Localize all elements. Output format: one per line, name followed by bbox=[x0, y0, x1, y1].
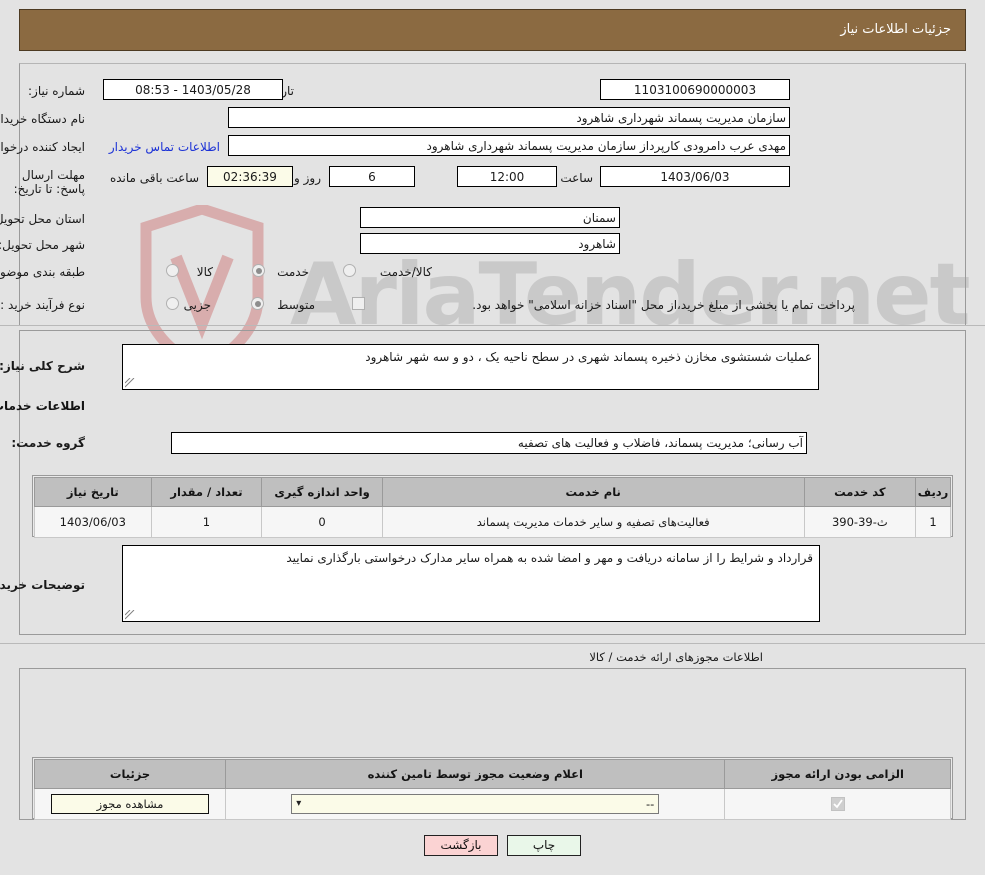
resize-grip-icon bbox=[125, 378, 135, 388]
need-summary-label: شرح کلی نیاز: bbox=[0, 359, 85, 373]
items-table-header-row: ردیف کد خدمت نام خدمت واحد اندازه گیری ت… bbox=[34, 477, 951, 507]
radio-category-goods-label: کالا bbox=[196, 265, 213, 279]
items-cell-quantity: 1 bbox=[150, 506, 263, 538]
permit-required-checkbox bbox=[830, 797, 845, 812]
radio-category-goods-service-label: کالا/خدمت bbox=[379, 265, 432, 279]
purchase-process-label: نوع فرآیند خرید : bbox=[0, 298, 85, 312]
items-col-unit: واحد اندازه گیری bbox=[261, 477, 383, 507]
radio-category-goods-service[interactable] bbox=[343, 264, 356, 277]
items-cell-row: 1 bbox=[915, 506, 951, 538]
table-row: ▾ -- مشاهده مجوز bbox=[33, 788, 951, 820]
radio-process-medium-label: متوسط bbox=[277, 298, 315, 312]
items-col-code: کد خدمت bbox=[803, 477, 917, 507]
permits-table-wrap: الزامی بودن ارائه مجوز اعلام وضعیت مجوز … bbox=[32, 757, 953, 820]
permits-cell-status: ▾ -- bbox=[225, 788, 726, 820]
radio-process-medium[interactable] bbox=[251, 297, 264, 310]
islamic-treasury-note: پرداخت تمام یا بخشی از مبلغ خرید،از محل … bbox=[472, 298, 855, 312]
buyer-notes-text: قرارداد و شرایط را از سامانه دریافت و مه… bbox=[286, 551, 813, 565]
need-number-label: شماره نیاز: bbox=[28, 84, 85, 98]
items-cell-unit: 0 bbox=[261, 506, 383, 538]
check-icon bbox=[833, 799, 843, 809]
items-table: ردیف کد خدمت نام خدمت واحد اندازه گیری ت… bbox=[34, 477, 951, 538]
page-root: AriaTender.net جزئیات اطلاعات نیاز شماره… bbox=[0, 0, 985, 875]
deadline-date-value: 1403/06/03 bbox=[600, 166, 790, 187]
permits-section-label: اطلاعات مجوزهای ارائه خدمت / کالا bbox=[589, 650, 763, 664]
items-cell-name: فعالیت‌های تصفیه و سایر خدمات مدیریت پسم… bbox=[381, 506, 805, 538]
delivery-city-label: شهر محل تحویل: bbox=[0, 238, 85, 252]
radio-process-minor[interactable] bbox=[166, 297, 179, 310]
need-summary-textarea[interactable]: عملیات شستشوی مخازن ذخیره پسماند شهری در… bbox=[122, 344, 819, 390]
countdown-timer-value: 02:36:39 bbox=[207, 166, 293, 187]
deadline-hour-label: ساعت bbox=[560, 171, 593, 185]
radio-category-service-label: خدمت bbox=[277, 265, 309, 279]
chevron-down-icon: ▾ bbox=[296, 798, 302, 809]
back-button[interactable]: بازگشت bbox=[424, 835, 498, 856]
radio-category-service[interactable] bbox=[252, 264, 265, 277]
permits-cell-details: مشاهده مجوز bbox=[33, 788, 227, 820]
items-cell-code: ث-39-390 bbox=[803, 506, 917, 538]
service-group-label: گروه خدمت: bbox=[11, 436, 85, 450]
items-col-row: ردیف bbox=[915, 477, 951, 507]
divider-1 bbox=[0, 325, 985, 326]
buyer-contact-link[interactable]: اطلاعات تماس خریدار bbox=[109, 140, 220, 154]
items-col-quantity: تعداد / مقدار bbox=[150, 477, 263, 507]
permits-table: الزامی بودن ارائه مجوز اعلام وضعیت مجوز … bbox=[33, 759, 951, 820]
view-permit-button[interactable]: مشاهده مجوز bbox=[51, 794, 210, 814]
items-col-need-date: تاریخ نیاز bbox=[34, 477, 152, 507]
buyer-org-value: سازمان مدیریت پسماند شهرداری شاهرود bbox=[228, 107, 790, 128]
request-creator-label: ایجاد کننده درخواست: bbox=[0, 140, 85, 154]
delivery-city-value: شاهرود bbox=[360, 233, 620, 254]
permits-col-required: الزامی بودن ارائه مجوز bbox=[724, 759, 951, 789]
subject-category-label: طبقه بندی موضوعی: bbox=[0, 265, 85, 279]
buyer-notes-label: توضیحات خریدار: bbox=[0, 578, 85, 592]
print-button[interactable]: چاپ bbox=[507, 835, 581, 856]
remaining-days-label: روز و bbox=[294, 171, 321, 185]
request-creator-value: مهدی عرب دامرودی کارپرداز سازمان مدیریت … bbox=[228, 135, 790, 156]
permit-status-value: -- bbox=[645, 797, 655, 811]
items-cell-need-date: 1403/06/03 bbox=[34, 506, 152, 538]
service-group-value: آب رسانی؛ مدیریت پسماند، فاضلاب و فعالیت… bbox=[171, 432, 807, 454]
remaining-days-value: 6 bbox=[329, 166, 415, 187]
services-info-heading: اطلاعات خدمات مورد نیاز bbox=[0, 399, 85, 413]
deadline-hour-value: 12:00 bbox=[457, 166, 557, 187]
radio-category-goods[interactable] bbox=[166, 264, 179, 277]
radio-process-minor-label: جزیی bbox=[183, 298, 211, 312]
announce-datetime-value: 1403/05/28 - 08:53 bbox=[103, 79, 283, 100]
need-info-panel bbox=[19, 63, 966, 326]
buyer-org-label: نام دستگاه خریدار: bbox=[0, 112, 85, 126]
permits-cell-required bbox=[724, 788, 951, 820]
delivery-province-value: سمنان bbox=[360, 207, 620, 228]
divider-2 bbox=[0, 643, 985, 644]
permits-col-details: جزئیات bbox=[33, 759, 227, 789]
response-deadline-label: مهلت ارسال پاسخ: تا تاریخ: bbox=[13, 168, 85, 196]
checkbox-islamic-treasury[interactable] bbox=[352, 297, 365, 310]
table-row: 1 ث-39-390 فعالیت‌های تصفیه و سایر خدمات… bbox=[34, 506, 951, 538]
items-table-wrap: ردیف کد خدمت نام خدمت واحد اندازه گیری ت… bbox=[32, 475, 953, 538]
page-title: جزئیات اطلاعات نیاز bbox=[840, 22, 951, 37]
page-title-bar: جزئیات اطلاعات نیاز bbox=[19, 9, 966, 51]
resize-grip-icon bbox=[125, 610, 135, 620]
need-number-value: 1103100690000003 bbox=[600, 79, 790, 100]
permits-col-status: اعلام وضعیت مجوز توسط تامین کننده bbox=[225, 759, 726, 789]
buyer-notes-textarea[interactable]: قرارداد و شرایط را از سامانه دریافت و مه… bbox=[122, 545, 820, 622]
need-summary-text: عملیات شستشوی مخازن ذخیره پسماند شهری در… bbox=[365, 350, 812, 364]
permits-table-header-row: الزامی بودن ارائه مجوز اعلام وضعیت مجوز … bbox=[33, 759, 951, 789]
delivery-province-label: استان محل تحویل: bbox=[0, 212, 85, 226]
countdown-timer-label: ساعت باقی مانده bbox=[109, 171, 199, 185]
permit-status-dropdown[interactable]: ▾ -- bbox=[291, 794, 660, 814]
items-col-name: نام خدمت bbox=[381, 477, 805, 507]
